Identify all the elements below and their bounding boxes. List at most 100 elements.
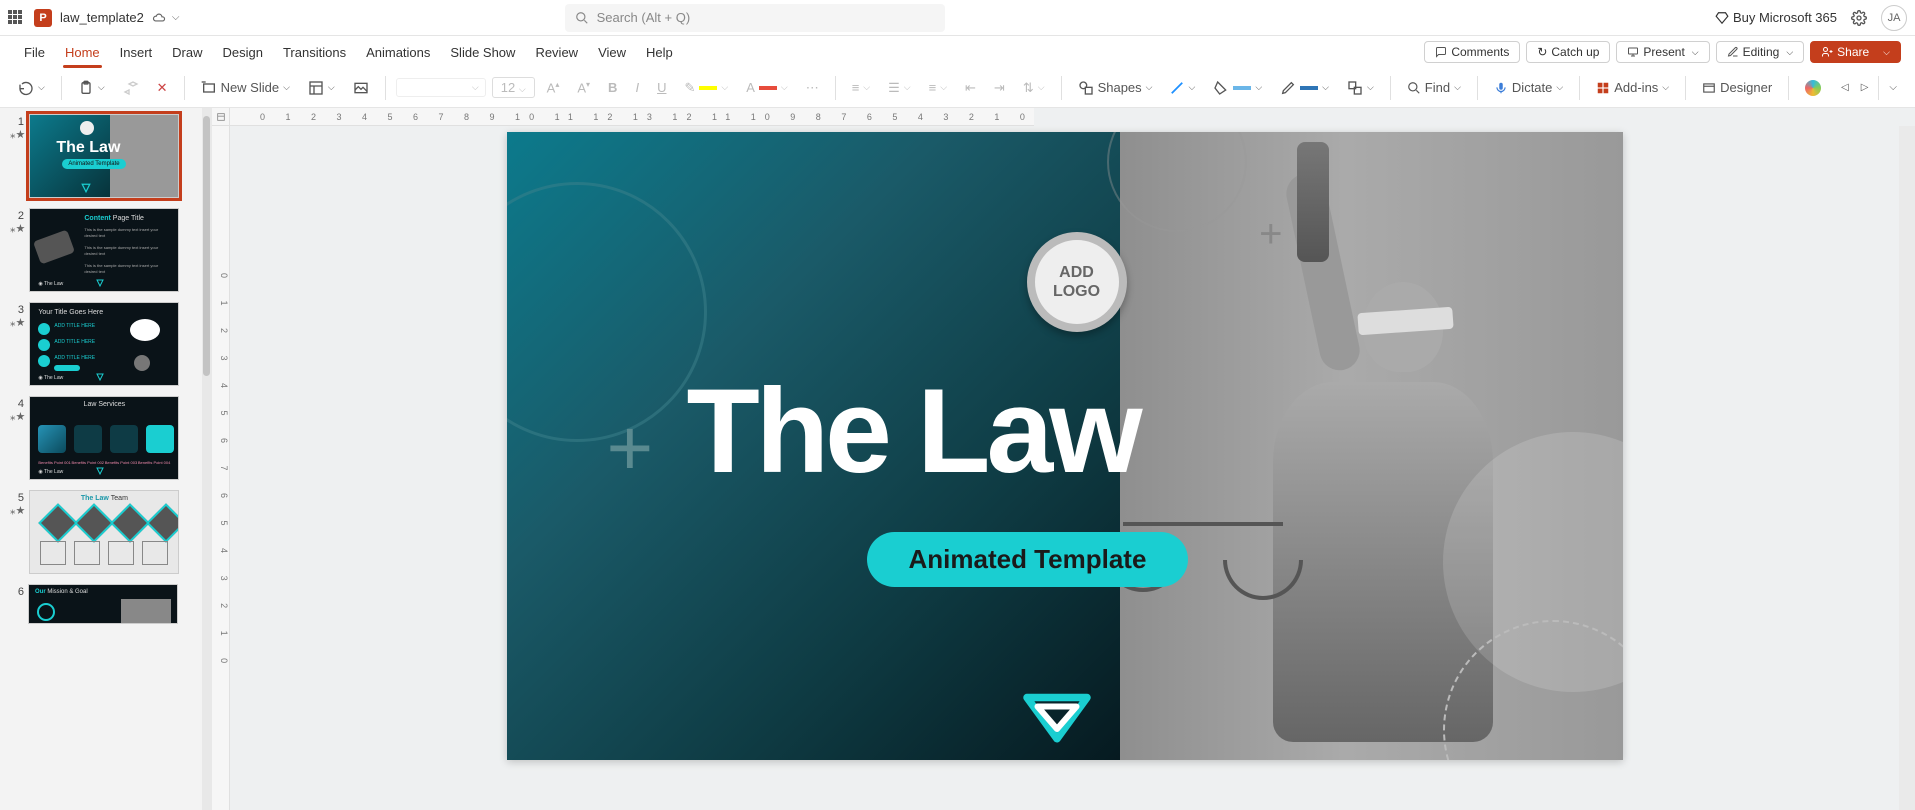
saved-cloud-icon xyxy=(152,11,166,25)
logo-placeholder[interactable]: ADD LOGO xyxy=(1027,232,1127,332)
tab-view[interactable]: View xyxy=(588,36,636,68)
italic-icon: I xyxy=(635,80,639,95)
tab-slideshow[interactable]: Slide Show xyxy=(440,36,525,68)
share-button[interactable]: Share⌵ xyxy=(1810,41,1901,63)
more-font-button[interactable]: ⋯ xyxy=(800,77,825,99)
ribbon-scroll-left[interactable]: ◁ xyxy=(1835,76,1855,100)
undo-button[interactable]: ⌵ xyxy=(12,77,51,99)
chevron-down-icon: ⌵ xyxy=(1662,82,1669,93)
bold-button[interactable]: B xyxy=(602,77,623,98)
dictate-button[interactable]: Dictate⌵ xyxy=(1488,77,1569,98)
slide-title-text[interactable]: The Law xyxy=(687,362,1139,500)
chevron-down-icon: ⌵ xyxy=(1146,82,1153,93)
shape-fill-button[interactable]: ⌵ xyxy=(1207,77,1268,99)
format-painter-button[interactable] xyxy=(117,77,145,99)
highlight-button[interactable]: ✎⌵ xyxy=(678,77,734,99)
tab-design[interactable]: Design xyxy=(213,36,273,68)
find-button[interactable]: Find⌵ xyxy=(1401,77,1467,98)
shape-outline-button[interactable]: ⌵ xyxy=(1274,77,1335,99)
increase-indent-button[interactable]: ⇥ xyxy=(988,77,1011,99)
ribbon-collapse[interactable]: ⌵ xyxy=(1883,76,1903,100)
shapes-icon xyxy=(1078,80,1094,96)
buy-microsoft-link[interactable]: Buy Microsoft 365 xyxy=(1715,10,1837,25)
chevron-down-icon: ⌵ xyxy=(519,84,526,94)
delete-button[interactable]: ✕ xyxy=(151,77,174,99)
search-input[interactable]: Search (Alt + Q) xyxy=(565,4,945,32)
decrease-indent-button[interactable]: ⇤ xyxy=(959,77,982,99)
grow-font-button[interactable]: A▴ xyxy=(541,77,566,98)
slide-thumbnail-2[interactable]: Content Page Title This is the sample du… xyxy=(29,208,179,292)
tab-transitions[interactable]: Transitions xyxy=(273,36,356,68)
align-button[interactable]: ≡⌵ xyxy=(923,77,953,98)
tab-draw[interactable]: Draw xyxy=(162,36,212,68)
app-launcher-icon[interactable] xyxy=(8,10,24,26)
new-slide-button[interactable]: New Slide⌵ xyxy=(195,77,296,99)
slide-thumbnail-5[interactable]: The Law Team xyxy=(29,490,179,574)
tab-insert[interactable]: Insert xyxy=(110,36,163,68)
settings-gear-icon[interactable] xyxy=(1851,10,1867,26)
chevron-down-icon: ⌵ xyxy=(940,82,947,93)
outline-toggle[interactable] xyxy=(212,108,230,126)
underline-icon: U xyxy=(657,80,666,95)
document-title[interactable]: law_template2 xyxy=(60,10,144,25)
vertical-ruler[interactable]: 0 1 2 3 4 5 6 7 6 5 4 3 2 1 0 xyxy=(212,126,230,810)
chevron-down-icon: ⌵ xyxy=(1454,82,1461,93)
slide-subtitle-pill[interactable]: Animated Template xyxy=(867,532,1189,587)
title-chevron-icon[interactable]: ⌵ xyxy=(172,12,180,23)
panel-scrollbar[interactable] xyxy=(202,108,212,810)
chevron-down-icon: ⌵ xyxy=(1367,82,1374,93)
designer-button[interactable]: Designer xyxy=(1696,77,1778,98)
font-family-dropdown[interactable]: ⌵ xyxy=(396,78,486,97)
editing-button[interactable]: Editing⌵ xyxy=(1716,41,1805,63)
bullets-button[interactable]: ≡⌵ xyxy=(846,77,876,98)
numbering-button[interactable]: ☰⌵ xyxy=(882,77,916,99)
arrange-button[interactable]: ⌵ xyxy=(1341,77,1380,99)
slide-thumbnail-3[interactable]: Your Title Goes Here ADD TITLE HERE ADD … xyxy=(29,302,179,386)
main-slide[interactable]: + + ADD LOGO The Law Animated Template xyxy=(507,132,1623,760)
shrink-font-button[interactable]: A▾ xyxy=(571,77,596,98)
slide-thumbnail-1[interactable]: The Law Animated Template xyxy=(29,114,179,198)
layout-button[interactable]: ⌵ xyxy=(302,77,341,99)
catchup-icon: ↻ xyxy=(1537,45,1547,59)
ribbon-scroll-right[interactable]: ▷ xyxy=(1855,76,1875,100)
arrange-icon xyxy=(1347,80,1363,96)
comments-button[interactable]: Comments xyxy=(1424,41,1520,63)
diamond-icon xyxy=(1715,11,1729,25)
x-icon: ✕ xyxy=(157,80,168,96)
horizontal-ruler[interactable]: 0 1 2 3 4 5 6 7 8 9 10 11 12 13 12 11 10… xyxy=(230,108,1034,126)
chevron-down-icon: ⌵ xyxy=(1038,82,1045,93)
slide-number: 6 xyxy=(10,584,24,598)
animation-indicator-icon: ⁎★ xyxy=(10,222,25,235)
line-spacing-button[interactable]: ⇅⌵ xyxy=(1017,77,1051,99)
tab-file[interactable]: File xyxy=(14,36,55,68)
search-icon xyxy=(575,11,589,25)
underline-button[interactable]: U xyxy=(651,77,672,98)
reset-slide-button[interactable] xyxy=(347,77,375,99)
font-color-button[interactable]: A⌵ xyxy=(740,77,794,98)
shapes-button[interactable]: Shapes⌵ xyxy=(1072,77,1159,99)
tab-animations[interactable]: Animations xyxy=(356,36,440,68)
chevron-down-icon: ⌵ xyxy=(98,82,105,93)
slide-thumbnail-4[interactable]: Law Services Benefits Point 001Benefits … xyxy=(29,396,179,480)
slide-number: 1 xyxy=(10,114,24,128)
chevron-down-icon: ⌵ xyxy=(781,82,788,93)
slide-canvas-area[interactable]: + + ADD LOGO The Law Animated Template xyxy=(230,126,1899,810)
addins-button[interactable]: Add-ins⌵ xyxy=(1590,77,1675,98)
canvas-scrollbar[interactable] xyxy=(1899,126,1915,810)
slide-thumbnail-6[interactable]: Our Mission & Goal xyxy=(28,584,178,624)
account-avatar[interactable]: JA xyxy=(1881,5,1907,31)
shape-effects-button[interactable]: ⌵ xyxy=(1164,78,1201,98)
brush-icon xyxy=(123,80,139,96)
copilot-button[interactable] xyxy=(1799,77,1827,99)
paste-button[interactable]: ⌵ xyxy=(72,77,111,99)
slide-thumbnail-panel[interactable]: 1⁎★ The Law Animated Template 2⁎★ Conten… xyxy=(0,108,202,810)
italic-button[interactable]: I xyxy=(629,77,645,98)
undo-icon xyxy=(18,80,34,96)
tab-help[interactable]: Help xyxy=(636,36,683,68)
font-size-input[interactable]: 12 ⌵ xyxy=(492,77,535,98)
chevron-down-icon[interactable]: ⌵ xyxy=(1878,47,1890,58)
tab-home[interactable]: Home xyxy=(55,36,110,68)
tab-review[interactable]: Review xyxy=(525,36,588,68)
present-button[interactable]: Present⌵ xyxy=(1616,41,1709,63)
catchup-button[interactable]: ↻Catch up xyxy=(1526,41,1610,63)
